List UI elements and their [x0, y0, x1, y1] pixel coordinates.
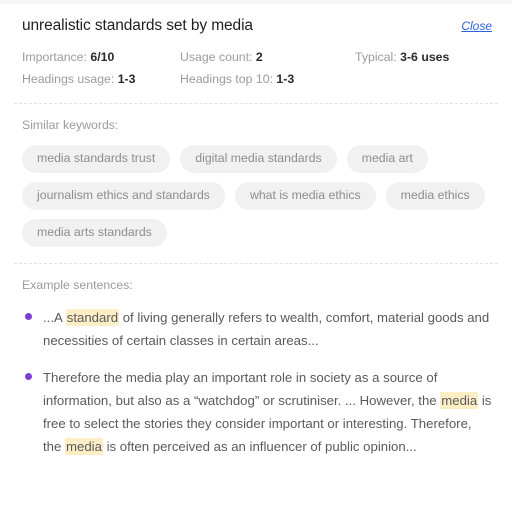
stat-value: 3-6 uses	[400, 50, 450, 64]
stat-headings-top-10: Headings top 10: 1-3	[180, 68, 355, 90]
similar-keywords-label: Similar keywords:	[22, 118, 119, 132]
highlighted-term: media	[440, 392, 479, 409]
stats-row: Headings usage: 1-3 Headings top 10: 1-3	[22, 68, 492, 90]
stat-typical: Typical: 3-6 uses	[355, 46, 449, 68]
highlighted-term: standard	[65, 309, 120, 326]
sentence-text: ...A standard of living generally refers…	[43, 309, 490, 348]
stat-label: Usage count:	[180, 50, 253, 64]
stat-importance: Importance: 6/10	[22, 46, 180, 68]
keyword-chip[interactable]: media ethics	[385, 182, 485, 210]
keyword-detail-panel: unrealistic standards set by media Close…	[0, 0, 512, 505]
example-sentences-label: Example sentences:	[22, 278, 133, 292]
stat-label: Headings top 10:	[180, 72, 273, 86]
stat-headings-usage: Headings usage: 1-3	[22, 68, 180, 90]
stats-block: Importance: 6/10 Usage count: 2 Typical:…	[0, 36, 512, 90]
keyword-chip[interactable]: media standards trust	[22, 145, 171, 173]
keyword-chip[interactable]: media art	[346, 145, 428, 173]
stats-row: Importance: 6/10 Usage count: 2 Typical:…	[22, 46, 492, 68]
keyword-chip[interactable]: digital media standards	[180, 145, 337, 173]
stat-label: Importance:	[22, 50, 87, 64]
stat-label: Headings usage:	[22, 72, 115, 86]
example-sentences-list: ...A standard of living generally refers…	[0, 306, 512, 458]
keyword-chip[interactable]: media arts standards	[22, 219, 167, 247]
panel-header: unrealistic standards set by media Close	[0, 4, 512, 36]
sentence-text: Therefore the media play an important ro…	[43, 370, 492, 455]
stat-value: 6/10	[90, 50, 115, 64]
keyword-chip[interactable]: what is media ethics	[234, 182, 376, 210]
highlighted-term: media	[65, 438, 103, 455]
stat-value: 1-3	[276, 72, 295, 86]
page-title: unrealistic standards set by media	[22, 17, 253, 34]
bullet-icon	[25, 373, 32, 380]
stat-value: 1-3	[117, 72, 136, 86]
stat-value: 2	[255, 50, 263, 64]
similar-keywords-list: media standards trust digital media stan…	[0, 132, 512, 247]
example-sentence: Therefore the media play an important ro…	[22, 366, 492, 458]
stat-usage-count: Usage count: 2	[180, 46, 355, 68]
stat-label: Typical:	[355, 50, 397, 64]
bullet-icon	[25, 313, 32, 320]
keyword-chip[interactable]: journalism ethics and standards	[22, 182, 225, 210]
example-sentence: ...A standard of living generally refers…	[22, 306, 492, 352]
close-link[interactable]: Close	[461, 19, 492, 33]
